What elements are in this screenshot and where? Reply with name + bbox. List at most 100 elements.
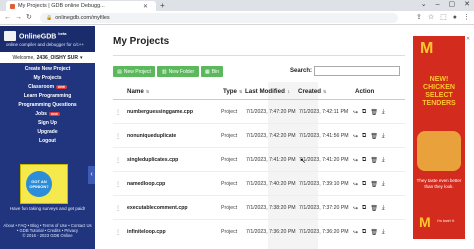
- table-row[interactable]: ⋮ numberguessinggame.cpp Project 7/1/202…: [113, 100, 405, 124]
- project-name[interactable]: infiniteloop.cpp: [127, 220, 166, 244]
- copy-icon[interactable]: ⧉: [362, 229, 366, 236]
- project-created: 7/1/2023, 7:36:20 PM: [299, 229, 349, 235]
- copy-icon[interactable]: ⧉: [362, 133, 366, 140]
- share-icon[interactable]: ↪: [353, 205, 358, 212]
- ad-close-icon[interactable]: ✕: [466, 36, 470, 42]
- project-name[interactable]: numberguessinggame.cpp: [127, 100, 193, 124]
- right-ad[interactable]: M NEW! CHICKEN SELECT TENDERS They taste…: [413, 26, 474, 249]
- sidebar-item-logout[interactable]: Logout: [0, 137, 95, 146]
- sidebar-item-jobs[interactable]: Jobs new: [0, 110, 95, 119]
- column-type[interactable]: Type ⇅: [223, 82, 242, 100]
- project-name[interactable]: executablecomment.cpp: [127, 196, 188, 220]
- minimize-icon[interactable]: –: [436, 0, 440, 10]
- chevron-down-icon[interactable]: ⌄: [421, 0, 427, 10]
- logo[interactable]: OnlineGDB beta online compiler and debug…: [0, 26, 95, 52]
- sidebar-item-classroom[interactable]: Classroom new: [0, 83, 95, 92]
- collapse-sidebar-button[interactable]: ‹: [88, 166, 95, 184]
- project-created: 7/1/2023, 7:41:20 PM: [299, 157, 349, 163]
- survey-ad-caption[interactable]: Have fun taking surveys and get paid!: [0, 206, 95, 212]
- download-icon[interactable]: ⤓: [382, 181, 385, 188]
- extensions-icon[interactable]: ⬚: [440, 13, 447, 23]
- share-icon[interactable]: ↪: [353, 133, 358, 140]
- maximize-icon[interactable]: ▢: [449, 0, 456, 10]
- browser-toolbar-icons: ⇪ ☆ ⬚ ● ⋮: [416, 13, 470, 23]
- sidebar-item-learn-programming[interactable]: Learn Programming: [0, 92, 95, 101]
- project-name[interactable]: singleduplicates.cpp: [127, 148, 178, 172]
- sidebar-item-my-projects[interactable]: My Projects: [0, 74, 95, 83]
- delete-icon[interactable]: 🗑: [370, 205, 378, 212]
- drag-handle-icon[interactable]: ⋮: [115, 172, 121, 196]
- share-icon[interactable]: ⇪: [416, 13, 422, 23]
- copy-icon[interactable]: ⧉: [362, 205, 366, 212]
- reload-icon[interactable]: ↻: [26, 13, 32, 23]
- table-row[interactable]: ⋮ namedloop.cpp Project 7/1/2023, 7:40:2…: [113, 172, 405, 196]
- download-icon[interactable]: ⤓: [382, 157, 385, 164]
- username[interactable]: 2436_OISHY SUR: [37, 55, 78, 61]
- window-controls: ⌄ – ▢ ✕: [421, 0, 470, 10]
- column-name[interactable]: Name ⇅: [127, 82, 149, 100]
- url-text: onlinegdb.com/myfiles: [55, 15, 110, 21]
- sidebar-item-sign-up[interactable]: Sign Up: [0, 119, 95, 128]
- profile-icon[interactable]: ●: [453, 13, 457, 23]
- sidebar-item-upgrade[interactable]: Upgrade: [0, 128, 95, 137]
- copy-icon[interactable]: ⧉: [362, 157, 366, 164]
- table-row[interactable]: ⋮ infiniteloop.cpp Project 7/1/2023, 7:3…: [113, 220, 405, 244]
- forward-icon[interactable]: →: [15, 13, 22, 23]
- search-input[interactable]: [314, 66, 400, 76]
- bin-button[interactable]: ▦ Bin: [201, 66, 223, 77]
- logo-beta: beta: [58, 31, 67, 36]
- logo-mark-icon: [4, 31, 16, 41]
- survey-ad-badge: GOT AN OPINION?: [26, 171, 52, 197]
- download-icon[interactable]: ⤓: [382, 133, 385, 140]
- logo-subtitle: online compiler and debugger for c/c++: [6, 42, 85, 47]
- browser-tab-bar: My Projects | GDB online Debugg... ✕ + ⌄…: [0, 0, 474, 11]
- table-row[interactable]: ⋮ nonuniqueduplicate Project 7/1/2023, 7…: [113, 124, 405, 148]
- new-folder-label: New Folder: [168, 68, 195, 75]
- share-icon[interactable]: ↪: [353, 181, 358, 188]
- download-icon[interactable]: ⤓: [382, 229, 385, 236]
- copy-icon[interactable]: ⧉: [362, 181, 366, 188]
- sidebar-item-create-new-project[interactable]: Create New Project: [0, 65, 95, 74]
- share-icon[interactable]: ↪: [353, 109, 358, 116]
- sidebar-item-programming-questions[interactable]: Programming Questions: [0, 101, 95, 110]
- close-window-icon[interactable]: ✕: [464, 0, 470, 10]
- new-folder-button[interactable]: ▥ New Folder: [157, 66, 199, 77]
- column-created[interactable]: Created ⇅: [298, 82, 326, 100]
- column-action: Action: [355, 87, 375, 95]
- search-label: Search:: [290, 68, 313, 74]
- share-icon[interactable]: ↪: [353, 157, 358, 164]
- new-project-button[interactable]: ▤ New Project: [113, 66, 155, 77]
- drag-handle-icon[interactable]: ⋮: [115, 100, 121, 124]
- drag-handle-icon[interactable]: ⋮: [115, 148, 121, 172]
- bookmark-star-icon[interactable]: ☆: [428, 13, 434, 23]
- delete-icon[interactable]: 🗑: [370, 109, 378, 116]
- tab-close-icon[interactable]: ✕: [143, 3, 148, 10]
- column-last-modified[interactable]: Last Modified ⇂: [245, 82, 290, 100]
- new-tab-icon[interactable]: +: [160, 1, 165, 10]
- survey-ad[interactable]: GOT AN OPINION?: [20, 164, 68, 204]
- mcdonalds-ad[interactable]: M NEW! CHICKEN SELECT TENDERS They taste…: [413, 36, 465, 239]
- menu-icon[interactable]: ⋮: [463, 13, 470, 23]
- delete-icon[interactable]: 🗑: [370, 229, 378, 236]
- project-name[interactable]: namedloop.cpp: [127, 172, 165, 196]
- download-icon[interactable]: ⤓: [382, 109, 385, 116]
- project-modified: 7/1/2023, 7:36:20 PM: [246, 229, 296, 235]
- drag-handle-icon[interactable]: ⋮: [115, 220, 121, 244]
- delete-icon[interactable]: 🗑: [370, 181, 378, 188]
- url-field[interactable]: 🔒 onlinegdb.com/myfiles: [40, 13, 398, 23]
- back-icon[interactable]: ←: [4, 13, 11, 23]
- delete-icon[interactable]: 🗑: [370, 133, 378, 140]
- browser-tab[interactable]: My Projects | GDB online Debugg... ✕: [6, 1, 156, 11]
- copy-icon[interactable]: ⧉: [362, 109, 366, 116]
- lock-icon[interactable]: 🔒: [46, 15, 52, 21]
- project-name[interactable]: nonuniqueduplicate: [127, 124, 176, 148]
- delete-icon[interactable]: 🗑: [370, 157, 378, 164]
- drag-handle-icon[interactable]: ⋮: [115, 196, 121, 220]
- table-row[interactable]: ⋮ executablecomment.cpp Project 7/1/2023…: [113, 196, 405, 220]
- download-icon[interactable]: ⤓: [382, 205, 385, 212]
- table-row[interactable]: ⋮ singleduplicates.cpp Project 7/1/2023,…: [113, 148, 405, 172]
- drag-handle-icon[interactable]: ⋮: [115, 124, 121, 148]
- share-icon[interactable]: ↪: [353, 229, 358, 236]
- chevron-down-icon[interactable]: ▾: [80, 55, 83, 61]
- welcome-prefix: Welcome,: [12, 54, 35, 61]
